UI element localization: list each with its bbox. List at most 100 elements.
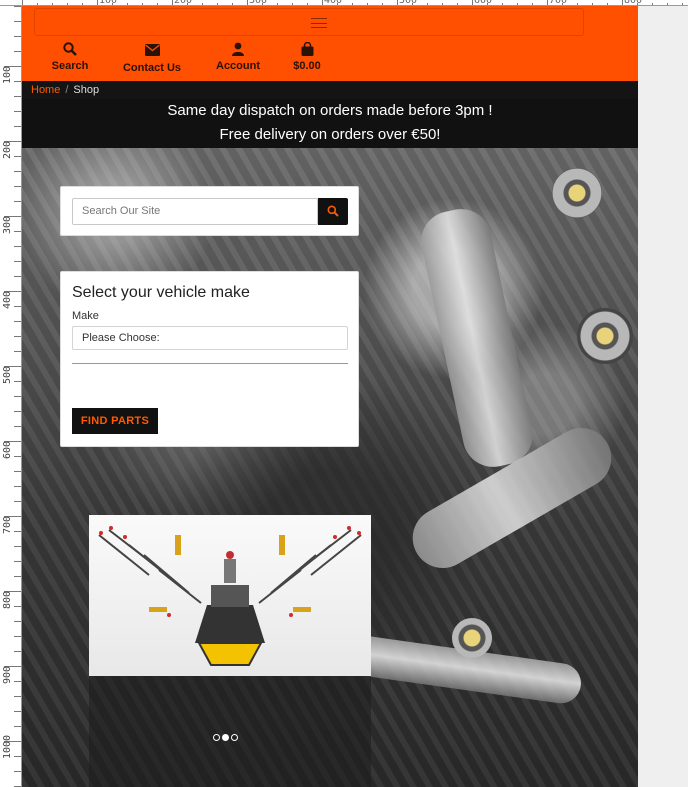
ruler-tick <box>14 771 21 772</box>
ruler-tick <box>14 561 21 562</box>
hamburger-icon <box>311 18 327 28</box>
carousel-dot[interactable] <box>231 734 238 741</box>
nav-account[interactable]: Account <box>212 42 264 72</box>
breadcrumb: Home / Shop <box>22 81 638 99</box>
left-parts <box>98 529 202 604</box>
ruler-tick <box>14 726 21 727</box>
hero-decoration <box>452 618 492 658</box>
shopping-bag-icon <box>290 42 324 58</box>
breadcrumb-current: Shop <box>73 84 100 96</box>
ruler-left-label: 100 <box>2 65 13 84</box>
ruler-tick <box>14 531 21 532</box>
ruler-tick <box>14 471 21 472</box>
ruler-left-label: 900 <box>2 665 13 684</box>
nav-account-label: Account <box>216 60 260 72</box>
search-input[interactable]: Search Our Site <box>72 198 318 225</box>
hero-engine-background: Search Our Site Select your vehicle make… <box>22 148 638 787</box>
ruler-tick <box>14 321 21 322</box>
ruler-left-label: 300 <box>2 215 13 234</box>
carousel-indicators <box>213 728 240 746</box>
ruler-tick <box>14 246 21 247</box>
ruler-tick <box>14 621 21 622</box>
ruler-left-label: 700 <box>2 515 13 534</box>
ruler-tick <box>14 96 21 97</box>
ruler-left-label: 800 <box>2 590 13 609</box>
exploded-engine-image <box>98 526 362 666</box>
ruler-tick <box>14 6 21 7</box>
vehicle-selector-title: Select your vehicle make <box>72 284 250 301</box>
ruler-tick <box>14 651 21 652</box>
promo-banner: Same day dispatch on orders made before … <box>22 99 638 148</box>
ruler-tick <box>14 51 21 52</box>
search-icon <box>50 42 90 58</box>
divider <box>72 363 348 364</box>
breadcrumb-separator: / <box>65 84 69 96</box>
ruler-tick <box>14 156 21 157</box>
ruler-tick <box>667 3 668 5</box>
ruler-tick <box>14 501 21 502</box>
site-search-panel: Search Our Site <box>60 186 359 236</box>
ruler-left-label: 400 <box>2 290 13 309</box>
ruler-tick <box>652 3 653 5</box>
ruler-tick <box>682 3 683 5</box>
ruler-left-label: 600 <box>2 440 13 459</box>
browser-viewport: 100 200 300 400 500 600 700 800 100 200 300 400 500… <box>0 0 688 787</box>
hero-decoration <box>415 203 539 473</box>
hero-decoration <box>577 308 633 364</box>
ruler-tick <box>14 381 21 382</box>
ruler-tick <box>14 711 21 712</box>
ruler-tick <box>14 276 21 277</box>
ruler-tick <box>14 81 21 82</box>
ruler-tick <box>14 696 21 697</box>
user-icon <box>212 42 264 58</box>
nav-search[interactable]: Search <box>50 42 90 72</box>
ruler-tick <box>14 636 21 637</box>
ruler-tick <box>14 486 21 487</box>
ruler-tick <box>14 336 21 337</box>
ruler-tick <box>14 111 21 112</box>
ruler-tick <box>14 21 21 22</box>
ruler-left-label: 1000 <box>2 734 13 759</box>
cart-total: $0.00 <box>293 60 321 72</box>
ruler-tick <box>14 546 21 547</box>
ruler-tick <box>14 576 21 577</box>
vehicle-selector-panel: Select your vehicle make Make Please Cho… <box>60 271 359 447</box>
ruler-tick <box>14 411 21 412</box>
ruler-tick <box>14 261 21 262</box>
engine-block <box>195 551 265 666</box>
nav-search-label: Search <box>51 60 89 72</box>
breadcrumb-home-link[interactable]: Home <box>31 84 60 96</box>
hero-decoration <box>552 168 602 218</box>
ruler-tick <box>14 396 21 397</box>
site: Search Contact Us Account $0.00 Home / S… <box>22 6 638 787</box>
envelope-icon <box>120 44 184 60</box>
ruler-tick <box>14 756 21 757</box>
ruler-tick <box>14 231 21 232</box>
carousel-dot[interactable] <box>213 734 220 741</box>
carousel-dot[interactable] <box>222 734 229 741</box>
nav-contact-us[interactable]: Contact Us <box>120 42 184 74</box>
carousel-slide-image[interactable] <box>89 515 371 676</box>
ruler-tick <box>14 36 21 37</box>
menu-toggle-button[interactable] <box>34 8 584 36</box>
ruler-tick <box>14 171 21 172</box>
make-label: Make <box>72 310 99 322</box>
nav-contact-label: Contact Us <box>122 62 182 74</box>
nav-cart[interactable]: $0.00 <box>290 42 324 72</box>
top-navbar: Search Contact Us Account $0.00 <box>22 6 638 81</box>
ruler-tick <box>14 306 21 307</box>
ruler-tick <box>14 456 21 457</box>
search-submit-button[interactable] <box>318 198 348 225</box>
ruler-tick <box>14 606 21 607</box>
ruler-tick <box>14 201 21 202</box>
ruler-tick <box>14 186 21 187</box>
ruler-left-label: 200 <box>2 140 13 159</box>
ruler-tick <box>14 351 21 352</box>
ruler-left: 100 200 300 400 500 600 700 800 900 1000 <box>0 6 22 787</box>
promo-line-dispatch: Same day dispatch on orders made before … <box>167 102 493 119</box>
search-icon <box>327 205 339 217</box>
promo-line-delivery: Free delivery on orders over €50! <box>219 126 441 143</box>
find-parts-button[interactable]: FIND PARTS <box>72 408 158 434</box>
make-select[interactable]: Please Choose: <box>72 326 348 350</box>
ruler-tick <box>14 681 21 682</box>
